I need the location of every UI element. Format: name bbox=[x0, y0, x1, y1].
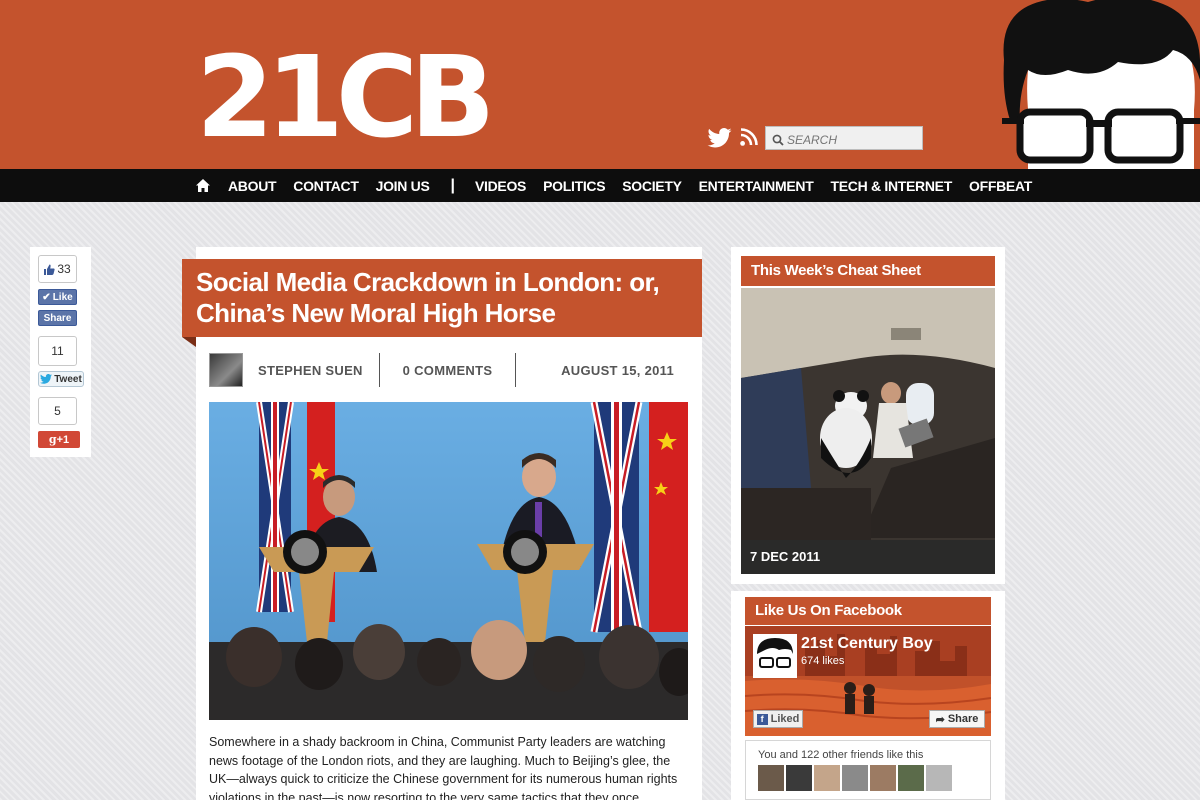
nav-videos[interactable]: VIDEOS bbox=[475, 178, 526, 194]
nav-contact[interactable]: CONTACT bbox=[293, 178, 359, 194]
fb-like-label: Like bbox=[52, 291, 73, 303]
gplus-count-text: 5 bbox=[54, 404, 61, 418]
friend-avatar[interactable] bbox=[814, 765, 840, 791]
article-meta: STEPHEN SUEN 0 COMMENTS AUGUST 15, 2011 bbox=[209, 353, 689, 387]
friend-avatar[interactable] bbox=[758, 765, 784, 791]
home-icon[interactable] bbox=[196, 179, 210, 192]
gplus-label: +1 bbox=[56, 433, 70, 446]
article-hero-image bbox=[209, 402, 688, 720]
facebook-widget-title: Like Us On Facebook bbox=[745, 597, 991, 625]
fb-share-button[interactable]: Share bbox=[38, 310, 77, 326]
cheat-sheet-title[interactable]: This Week’s Cheat Sheet bbox=[741, 256, 995, 286]
fb-friend-avatars bbox=[758, 765, 952, 791]
fb-like-button[interactable]: ✔ Like bbox=[38, 289, 77, 305]
nav-offbeat[interactable]: OFFBEAT bbox=[969, 178, 1032, 194]
search-box[interactable] bbox=[765, 126, 923, 150]
nav-politics[interactable]: POLITICS bbox=[543, 178, 605, 194]
article-author[interactable]: STEPHEN SUEN bbox=[258, 363, 379, 378]
twitter-bird-icon bbox=[40, 374, 53, 384]
friend-avatar[interactable] bbox=[842, 765, 868, 791]
friend-avatar[interactable] bbox=[898, 765, 924, 791]
cheat-sheet-image[interactable]: 7 DEC 2011 bbox=[741, 288, 995, 574]
nav-entertainment[interactable]: ENTERTAINMENT bbox=[699, 178, 814, 194]
fb-share-label: Share bbox=[43, 312, 72, 324]
mascot-illustration bbox=[1002, 0, 1200, 169]
share-widget: 33 ✔ Like Share 11 Tweet 5 g +1 bbox=[30, 247, 91, 457]
facebook-icon: f bbox=[756, 713, 768, 725]
gplus-count: 5 bbox=[38, 397, 77, 425]
fb-page-cover[interactable]: 21st Century Boy 674 likes f Liked ➦ Sha… bbox=[745, 626, 991, 736]
nav-join-us[interactable]: JOIN US bbox=[376, 178, 430, 194]
fb-liked-label: Liked bbox=[770, 713, 800, 725]
cheat-sheet-widget: This Week’s Cheat Sheet 7 DEC 2011 bbox=[731, 247, 1005, 584]
tweet-count-text: 11 bbox=[51, 344, 64, 358]
nav-separator: | bbox=[450, 176, 455, 194]
search-input[interactable] bbox=[787, 132, 917, 147]
twitter-bird-icon[interactable] bbox=[707, 128, 732, 152]
gplus-icon: g bbox=[48, 433, 57, 446]
article-title-band: Social Media Crackdown in London: or, Ch… bbox=[182, 259, 702, 347]
thumbs-up-icon bbox=[44, 264, 55, 275]
author-avatar[interactable] bbox=[209, 353, 243, 387]
facebook-widget: Like Us On Facebook 21st Century Boy 674… bbox=[731, 591, 1005, 800]
fb-page-share-label: Share bbox=[947, 713, 979, 725]
fb-liked-button[interactable]: f Liked bbox=[753, 710, 803, 728]
fb-page-share-button[interactable]: ➦ Share bbox=[929, 710, 985, 728]
fb-count-text: 33 bbox=[57, 262, 71, 276]
site-logo[interactable]: 21CB bbox=[196, 42, 495, 154]
fb-page-avatar[interactable] bbox=[753, 634, 797, 678]
cheat-sheet-date: 7 DEC 2011 bbox=[741, 540, 995, 574]
fb-like-count: 33 bbox=[38, 255, 77, 283]
article-body: Somewhere in a shady backroom in China, … bbox=[209, 735, 678, 800]
tweet-button[interactable]: Tweet bbox=[38, 371, 84, 387]
tweet-count: 11 bbox=[38, 336, 77, 366]
fb-friends-panel: You and 122 other friends like this bbox=[745, 740, 991, 800]
tweet-label: Tweet bbox=[54, 373, 82, 385]
fb-page-likes: 674 likes bbox=[801, 655, 845, 667]
article-date: AUGUST 15, 2011 bbox=[561, 362, 674, 378]
main-nav: ABOUT CONTACT JOIN US | VIDEOS POLITICS … bbox=[0, 169, 1200, 202]
friend-avatar[interactable] bbox=[786, 765, 812, 791]
friend-avatar[interactable] bbox=[926, 765, 952, 791]
check-icon: ✔ bbox=[42, 291, 51, 303]
search-icon bbox=[772, 134, 784, 146]
share-arrow-icon: ➦ bbox=[935, 713, 945, 726]
nav-society[interactable]: SOCIETY bbox=[622, 178, 682, 194]
article-card: Social Media Crackdown in London: or, Ch… bbox=[182, 247, 702, 800]
site-header: 21CB bbox=[0, 0, 1200, 169]
nav-tech-internet[interactable]: TECH & INTERNET bbox=[830, 178, 952, 194]
gplus-button[interactable]: g +1 bbox=[38, 431, 80, 448]
nav-about[interactable]: ABOUT bbox=[228, 178, 277, 194]
rss-icon[interactable] bbox=[740, 128, 758, 150]
friend-avatar[interactable] bbox=[870, 765, 896, 791]
article-title[interactable]: Social Media Crackdown in London: or, Ch… bbox=[196, 267, 696, 329]
article-comments[interactable]: 0 COMMENTS bbox=[380, 363, 515, 378]
fb-page-name[interactable]: 21st Century Boy bbox=[801, 635, 933, 653]
fb-friends-text: You and 122 other friends like this bbox=[758, 749, 924, 761]
